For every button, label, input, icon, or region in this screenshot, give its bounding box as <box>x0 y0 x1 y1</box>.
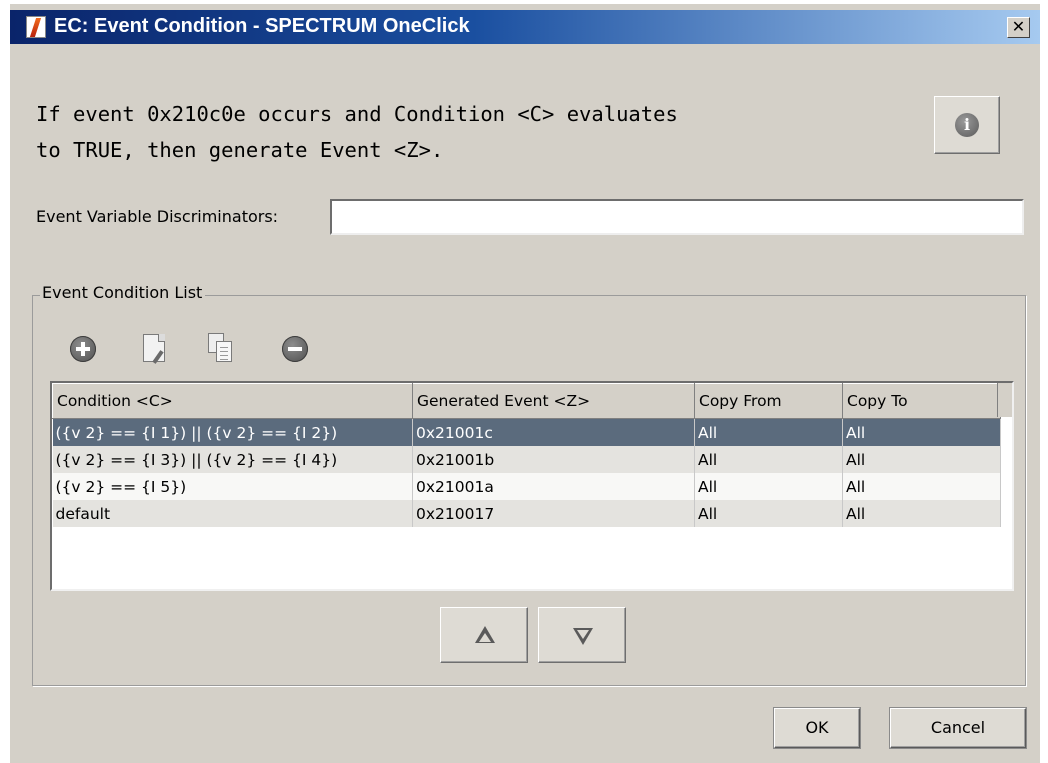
add-circle-icon <box>70 336 96 362</box>
condition-grid: Condition <C> Generated Event <Z> Copy F… <box>52 383 1001 527</box>
table-row[interactable]: ({v 2} == {I 3}) || ({v 2} == {I 4}) 0x2… <box>52 446 1001 473</box>
event-condition-list-legend: Event Condition List <box>40 283 206 302</box>
event-condition-description: If event 0x210c0e occurs and Condition <… <box>36 102 678 162</box>
cell-copy-to: All <box>842 500 1001 527</box>
cancel-button[interactable]: Cancel <box>890 708 1026 748</box>
copy-condition-button[interactable] <box>204 332 238 366</box>
column-header-copy-to[interactable]: Copy To <box>842 383 1001 419</box>
edit-condition-button[interactable] <box>138 332 172 366</box>
cell-copy-to: All <box>842 446 1001 473</box>
close-button[interactable]: ✕ <box>1007 17 1030 38</box>
event-variable-discriminators-input[interactable] <box>330 199 1024 235</box>
cell-generated-event: 0x21001b <box>412 446 695 473</box>
column-header-copy-from[interactable]: Copy From <box>694 383 843 419</box>
remove-circle-icon <box>282 336 308 362</box>
event-variable-discriminators-label: Event Variable Discriminators: <box>36 207 279 226</box>
ok-button[interactable]: OK <box>774 708 860 748</box>
table-row[interactable]: default 0x210017 All All <box>52 500 1001 527</box>
cell-copy-from: All <box>694 473 843 500</box>
column-header-generated-event[interactable]: Generated Event <Z> <box>412 383 695 419</box>
table-header-filler <box>997 383 1012 417</box>
title-bar[interactable]: EC: Event Condition - SPECTRUM OneClick … <box>10 10 1040 44</box>
table-header-row: Condition <C> Generated Event <Z> Copy F… <box>52 383 1001 419</box>
cell-generated-event: 0x210017 <box>412 500 695 527</box>
cell-copy-from: All <box>694 500 843 527</box>
close-icon: ✕ <box>1011 17 1026 36</box>
cell-condition: ({v 2} == {I 3}) || ({v 2} == {I 4}) <box>52 446 413 473</box>
oneclick-app-icon <box>26 16 46 38</box>
cell-generated-event: 0x21001c <box>412 418 695 446</box>
table-row[interactable]: ({v 2} == {I 5}) 0x21001a All All <box>52 473 1001 500</box>
move-up-button[interactable] <box>440 607 528 663</box>
info-icon: i <box>955 113 979 137</box>
cell-copy-from: All <box>694 418 843 446</box>
cell-copy-from: All <box>694 446 843 473</box>
move-down-button[interactable] <box>538 607 626 663</box>
cell-copy-to: All <box>842 418 1001 446</box>
add-condition-button[interactable] <box>66 332 100 366</box>
event-condition-table[interactable]: Condition <C> Generated Event <Z> Copy F… <box>50 381 1014 591</box>
window-title: EC: Event Condition - SPECTRUM OneClick <box>54 15 470 37</box>
cell-copy-to: All <box>842 473 1001 500</box>
remove-condition-button[interactable] <box>278 332 312 366</box>
column-header-condition[interactable]: Condition <C> <box>52 383 413 419</box>
info-button[interactable]: i <box>934 96 1000 154</box>
cell-condition: ({v 2} == {I 5}) <box>52 473 413 500</box>
cell-condition: default <box>52 500 413 527</box>
cell-generated-event: 0x21001a <box>412 473 695 500</box>
event-condition-dialog: EC: Event Condition - SPECTRUM OneClick … <box>10 4 1040 763</box>
cell-condition: ({v 2} == {I 1}) || ({v 2} == {I 2}) <box>52 418 413 446</box>
table-row[interactable]: ({v 2} == {I 1}) || ({v 2} == {I 2}) 0x2… <box>52 418 1001 446</box>
